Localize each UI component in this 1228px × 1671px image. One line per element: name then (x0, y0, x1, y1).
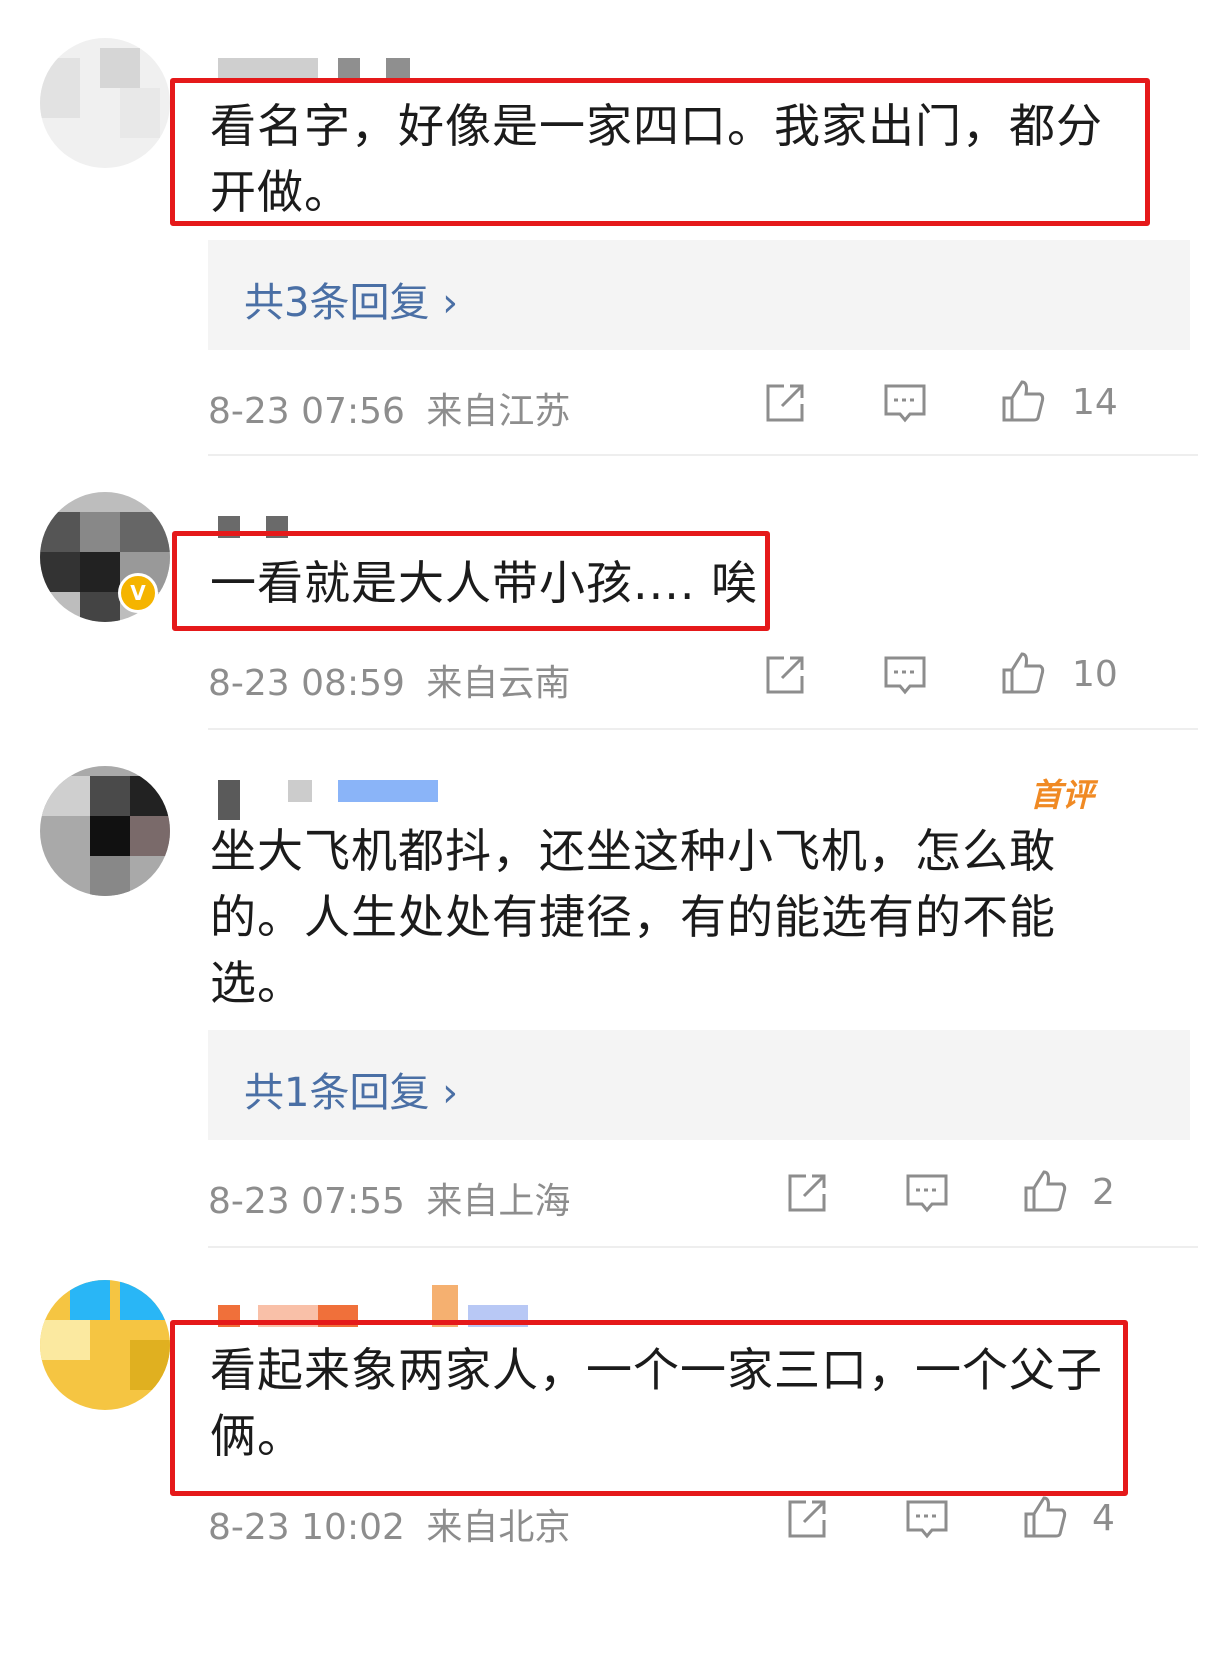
timestamp: 8-23 08:59 (208, 663, 405, 704)
highlight-box (170, 78, 1150, 226)
thumbs-up-icon[interactable] (1022, 1494, 1068, 1540)
comment-meta: 8-23 07:56 来自江苏 (208, 382, 570, 434)
replies-link[interactable]: 共1条回复 › (208, 1030, 1190, 1140)
avatar[interactable] (40, 1280, 170, 1410)
timestamp: 8-23 07:56 (208, 391, 405, 432)
verified-badge: V (118, 573, 158, 613)
divider (208, 1246, 1198, 1248)
comment-meta: 8-23 07:55 来自上海 (208, 1172, 570, 1224)
comment-text: 坐大飞机都抖，还坐这种小飞机，怎么敢 的。人生处处有捷径，有的能选有的不能 选。 (210, 824, 1056, 1010)
replies-label: 共3条回复 (244, 280, 430, 326)
chevron-right-icon: › (442, 1070, 459, 1116)
avatar[interactable] (40, 766, 170, 896)
share-icon[interactable] (762, 652, 808, 698)
comment-meta: 8-23 08:59 来自云南 (208, 654, 570, 706)
replies-link[interactable]: 共3条回复 › (208, 240, 1190, 350)
location: 来自上海 (426, 1181, 571, 1222)
comment-icon[interactable] (904, 1170, 950, 1216)
divider (208, 454, 1198, 456)
highlight-box (172, 531, 770, 631)
username-redacted[interactable] (218, 780, 438, 820)
like-count: 14 (1072, 382, 1118, 423)
comment-icon[interactable] (904, 1496, 950, 1542)
thumbs-up-icon[interactable] (1022, 1168, 1068, 1214)
replies-label: 共1条回复 (244, 1070, 430, 1116)
location: 来自江苏 (426, 391, 571, 432)
location: 来自北京 (426, 1507, 571, 1548)
like-count: 10 (1072, 654, 1118, 695)
timestamp: 8-23 07:55 (208, 1181, 405, 1222)
thumbs-up-icon[interactable] (1000, 378, 1046, 424)
divider (208, 728, 1198, 730)
comment-icon[interactable] (882, 652, 928, 698)
first-comment-badge: 首评 (1030, 776, 1095, 814)
avatar[interactable] (40, 38, 170, 168)
comment-meta: 8-23 10:02 来自北京 (208, 1498, 570, 1550)
highlight-box (170, 1320, 1128, 1496)
location: 来自云南 (426, 663, 571, 704)
chevron-right-icon: › (442, 280, 459, 326)
username-redacted[interactable] (218, 58, 418, 80)
comment-icon[interactable] (882, 380, 928, 426)
share-icon[interactable] (784, 1170, 830, 1216)
share-icon[interactable] (784, 1496, 830, 1542)
like-count: 4 (1092, 1498, 1115, 1539)
like-count: 2 (1092, 1172, 1115, 1213)
share-icon[interactable] (762, 380, 808, 426)
timestamp: 8-23 10:02 (208, 1507, 405, 1548)
thumbs-up-icon[interactable] (1000, 650, 1046, 696)
